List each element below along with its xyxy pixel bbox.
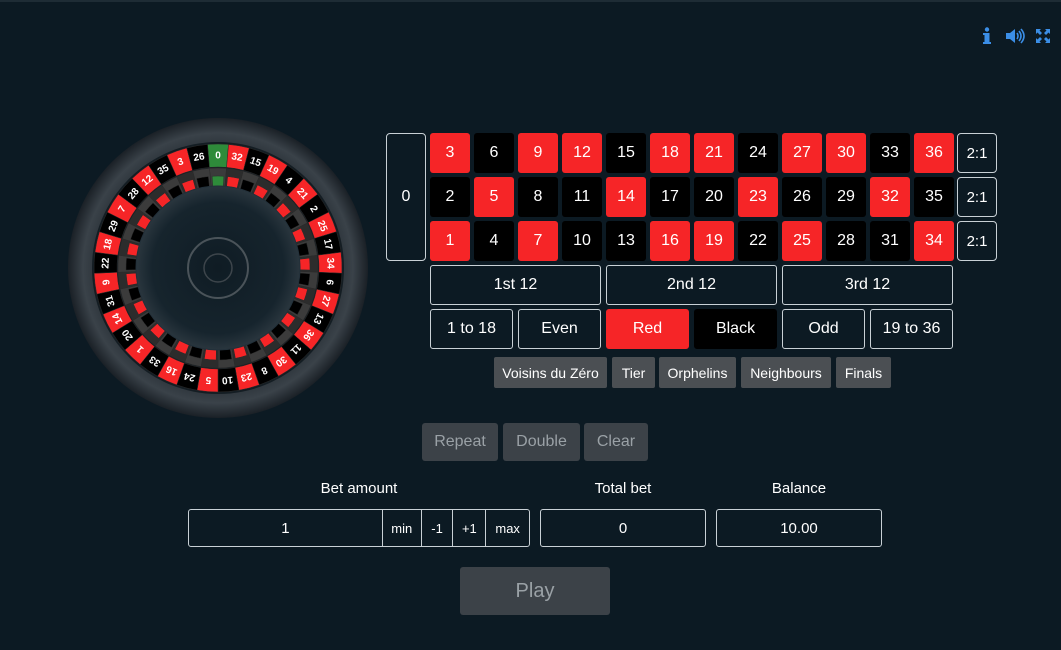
low-bet-cell[interactable]: 1 to 18 <box>430 309 513 349</box>
number-cell[interactable]: 30 <box>826 133 866 173</box>
number-cell[interactable]: 3 <box>430 133 470 173</box>
number-cell[interactable]: 35 <box>914 177 954 217</box>
top-toolbar <box>977 26 1053 46</box>
wheel-hub <box>135 185 301 351</box>
number-cell[interactable]: 33 <box>870 133 910 173</box>
number-cell[interactable]: 18 <box>650 133 690 173</box>
column-bet-cell[interactable]: 2:1 <box>957 133 997 173</box>
odd-bet-cell[interactable]: Odd <box>782 309 865 349</box>
play-button[interactable]: Play <box>460 567 610 615</box>
zero-cell[interactable]: 0 <box>386 133 426 261</box>
wheel-number-label: 22 <box>100 257 111 269</box>
black-bet-cell[interactable]: Black <box>694 309 777 349</box>
bet-amount-input[interactable]: 1 <box>189 520 382 537</box>
column-bet-cell[interactable]: 2:1 <box>957 177 997 217</box>
high-bet-cell[interactable]: 19 to 36 <box>870 309 953 349</box>
special-bet-button[interactable]: Voisins du Zéro <box>494 357 607 388</box>
dozen-bet-cell[interactable]: 2nd 12 <box>606 265 777 305</box>
number-cell[interactable]: 17 <box>650 177 690 217</box>
special-bet-button[interactable]: Tier <box>612 357 655 388</box>
number-cell[interactable]: 9 <box>518 133 558 173</box>
total-bet-field: 0 <box>540 509 706 547</box>
special-bet-button[interactable]: Orphelins <box>659 357 736 388</box>
balance-label: Balance <box>771 480 827 497</box>
number-cell[interactable]: 2 <box>430 177 470 217</box>
wheel-pocket-color <box>211 175 225 187</box>
number-cell[interactable]: 14 <box>606 177 646 217</box>
bet-min-button[interactable]: min <box>381 510 421 546</box>
special-bet-button[interactable]: Finals <box>836 357 891 388</box>
wheel-number-label: 34 <box>324 257 335 269</box>
fullscreen-icon[interactable] <box>1033 26 1053 46</box>
special-bet-button[interactable]: Neighbours <box>741 357 831 388</box>
dozen-bet-cell[interactable]: 1st 12 <box>430 265 601 305</box>
sound-icon[interactable] <box>1005 26 1025 46</box>
wheel-pocket-color <box>299 257 311 271</box>
number-cell[interactable]: 5 <box>474 177 514 217</box>
double-button[interactable]: Double <box>503 423 580 461</box>
number-cell[interactable]: 25 <box>782 221 822 261</box>
number-cell[interactable]: 32 <box>870 177 910 217</box>
dozen-bet-cell[interactable]: 3rd 12 <box>782 265 953 305</box>
number-cell[interactable]: 19 <box>694 221 734 261</box>
number-cell[interactable]: 16 <box>650 221 690 261</box>
number-cell[interactable]: 28 <box>826 221 866 261</box>
number-cell[interactable]: 22 <box>738 221 778 261</box>
number-cell[interactable]: 23 <box>738 177 778 217</box>
number-cell[interactable]: 26 <box>782 177 822 217</box>
wheel-number-label: 0 <box>215 151 221 162</box>
number-cell[interactable]: 4 <box>474 221 514 261</box>
number-cell[interactable]: 12 <box>562 133 602 173</box>
bet-minus-button[interactable]: -1 <box>420 510 453 546</box>
red-bet-cell[interactable]: Red <box>606 309 689 349</box>
number-cell[interactable]: 8 <box>518 177 558 217</box>
column-bet-cell[interactable]: 2:1 <box>957 221 997 261</box>
clear-button[interactable]: Clear <box>584 423 648 461</box>
number-cell[interactable]: 21 <box>694 133 734 173</box>
number-cell[interactable]: 1 <box>430 221 470 261</box>
number-cell[interactable]: 36 <box>914 133 954 173</box>
number-cell[interactable]: 29 <box>826 177 866 217</box>
repeat-button[interactable]: Repeat <box>422 423 498 461</box>
wheel-pocket-color <box>204 348 217 361</box>
roulette-wheel: 0 32 1519421225173462713361130823105241633… <box>68 118 368 418</box>
wheel-number-label: 26 <box>193 151 206 164</box>
number-cell[interactable]: 34 <box>914 221 954 261</box>
number-cell[interactable]: 20 <box>694 177 734 217</box>
bet-max-button[interactable]: max <box>485 510 529 546</box>
number-cell[interactable]: 15 <box>606 133 646 173</box>
info-icon[interactable] <box>977 26 997 46</box>
wheel-number-label: 32 <box>231 151 244 164</box>
number-cell[interactable]: 27 <box>782 133 822 173</box>
even-bet-cell[interactable]: Even <box>518 309 601 349</box>
number-cell[interactable]: 10 <box>562 221 602 261</box>
balance-field: 10.00 <box>716 509 882 547</box>
bet-amount-label: Bet amount <box>320 480 398 497</box>
bet-plus-button[interactable]: +1 <box>452 510 485 546</box>
wheel-pocket-color <box>125 257 137 271</box>
wheel-pocket-color <box>219 348 232 361</box>
number-cell[interactable]: 24 <box>738 133 778 173</box>
bet-amount-control: 1 min -1 +1 max <box>188 509 530 547</box>
number-cell[interactable]: 7 <box>518 221 558 261</box>
number-cell[interactable]: 6 <box>474 133 514 173</box>
total-bet-label: Total bet <box>594 480 652 497</box>
number-cell[interactable]: 31 <box>870 221 910 261</box>
wheel-number-label: 10 <box>221 374 233 386</box>
number-cell[interactable]: 13 <box>606 221 646 261</box>
number-cell[interactable]: 11 <box>562 177 602 217</box>
